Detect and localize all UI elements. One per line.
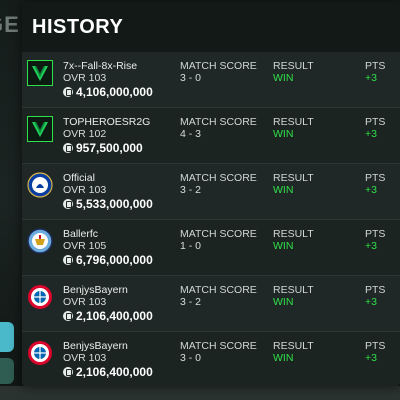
club-value: 957,500,000: [63, 141, 143, 155]
result-header: RESULT: [273, 340, 314, 352]
coin-icon: [63, 255, 73, 265]
match-row[interactable]: TOPHEROESR2G OVR 102 957,500,000 MATCH S…: [22, 108, 400, 164]
match-row[interactable]: BenjysBayern OVR 103 2,106,400,000 MATCH…: [22, 276, 400, 332]
result-header: RESULT: [273, 172, 314, 184]
coin-icon: [63, 199, 73, 209]
match-score-header: MATCH SCORE: [180, 284, 257, 296]
club-value-amount: 5,533,000,000: [76, 197, 153, 211]
match-row[interactable]: Official OVR 103 5,533,000,000 MATCH SCO…: [22, 164, 400, 220]
opponent-ovr: OVR 105: [63, 240, 107, 252]
green-v-crest-icon: [27, 116, 53, 142]
pts-value: +3: [365, 296, 377, 308]
result-value: WIN: [273, 240, 294, 252]
history-modal: HISTORY 7x--Fall-8x-Rise OVR 103 4,106,0…: [22, 2, 400, 386]
match-row[interactable]: BenjysBayern OVR 103 2,106,400,000 MATCH…: [22, 332, 400, 386]
coin-icon: [63, 367, 73, 377]
opponent-name: Ballerfc: [63, 228, 99, 240]
chelsea-crest-icon: [27, 172, 53, 198]
result-value: WIN: [273, 184, 294, 196]
opponent-ovr: OVR 103: [63, 352, 107, 364]
pts-header: PTS: [365, 172, 386, 184]
pts-value: +3: [365, 240, 377, 252]
pts-header: PTS: [365, 228, 386, 240]
pts-header: PTS: [365, 340, 386, 352]
club-value-amount: 6,796,000,000: [76, 253, 153, 267]
pts-header: PTS: [365, 284, 386, 296]
match-score-value: 4 - 3: [180, 128, 202, 140]
club-value-amount: 4,106,000,000: [76, 85, 153, 99]
match-score-header: MATCH SCORE: [180, 60, 257, 72]
pts-value: +3: [365, 352, 377, 364]
match-list[interactable]: 7x--Fall-8x-Rise OVR 103 4,106,000,000 M…: [22, 52, 400, 386]
result-header: RESULT: [273, 116, 314, 128]
modal-title: HISTORY: [32, 15, 124, 38]
club-value-amount: 2,106,400,000: [76, 309, 153, 323]
club-value: 4,106,000,000: [63, 85, 153, 99]
match-score-header: MATCH SCORE: [180, 340, 257, 352]
opponent-ovr: OVR 103: [63, 296, 107, 308]
club-value-amount: 957,500,000: [76, 141, 143, 155]
match-score-value: 1 - 0: [180, 240, 202, 252]
man-city-crest-icon: [27, 228, 53, 254]
pts-value: +3: [365, 128, 377, 140]
pts-value: +3: [365, 72, 377, 84]
coin-icon: [63, 143, 73, 153]
pts-value: +3: [365, 184, 377, 196]
opponent-name: TOPHEROESR2G: [63, 116, 151, 128]
opponent-name: BenjysBayern: [63, 340, 128, 352]
club-value: 5,533,000,000: [63, 197, 153, 211]
background-button-secondary: [0, 358, 14, 384]
bayern-crest-icon: [27, 284, 53, 310]
modal-header: HISTORY: [22, 2, 400, 52]
result-value: WIN: [273, 296, 294, 308]
result-header: RESULT: [273, 284, 314, 296]
pts-header: PTS: [365, 116, 386, 128]
opponent-name: Official: [63, 172, 95, 184]
opponent-ovr: OVR 103: [63, 184, 107, 196]
coin-icon: [63, 311, 73, 321]
club-value: 2,106,400,000: [63, 309, 153, 323]
match-score-value: 3 - 2: [180, 296, 202, 308]
green-v-crest-icon: [27, 60, 53, 86]
opponent-ovr: OVR 103: [63, 72, 107, 84]
result-header: RESULT: [273, 60, 314, 72]
match-score-value: 3 - 0: [180, 352, 202, 364]
match-score-value: 3 - 2: [180, 184, 202, 196]
opponent-ovr: OVR 102: [63, 128, 107, 140]
match-row[interactable]: Ballerfc OVR 105 6,796,000,000 MATCH SCO…: [22, 220, 400, 276]
result-value: WIN: [273, 128, 294, 140]
opponent-name: 7x--Fall-8x-Rise: [63, 60, 138, 72]
background-button: [0, 322, 14, 352]
bayern-crest-icon: [27, 340, 53, 366]
match-score-value: 3 - 0: [180, 72, 202, 84]
club-value: 2,106,400,000: [63, 365, 153, 379]
background-bottom-bar: [0, 386, 400, 400]
result-header: RESULT: [273, 228, 314, 240]
match-row[interactable]: 7x--Fall-8x-Rise OVR 103 4,106,000,000 M…: [22, 52, 400, 108]
coin-icon: [63, 87, 73, 97]
match-score-header: MATCH SCORE: [180, 116, 257, 128]
match-score-header: MATCH SCORE: [180, 228, 257, 240]
background-title: GE: [0, 12, 20, 37]
result-value: WIN: [273, 72, 294, 84]
pts-header: PTS: [365, 60, 386, 72]
club-value: 6,796,000,000: [63, 253, 153, 267]
result-value: WIN: [273, 352, 294, 364]
match-score-header: MATCH SCORE: [180, 172, 257, 184]
opponent-name: BenjysBayern: [63, 284, 128, 296]
club-value-amount: 2,106,400,000: [76, 365, 153, 379]
